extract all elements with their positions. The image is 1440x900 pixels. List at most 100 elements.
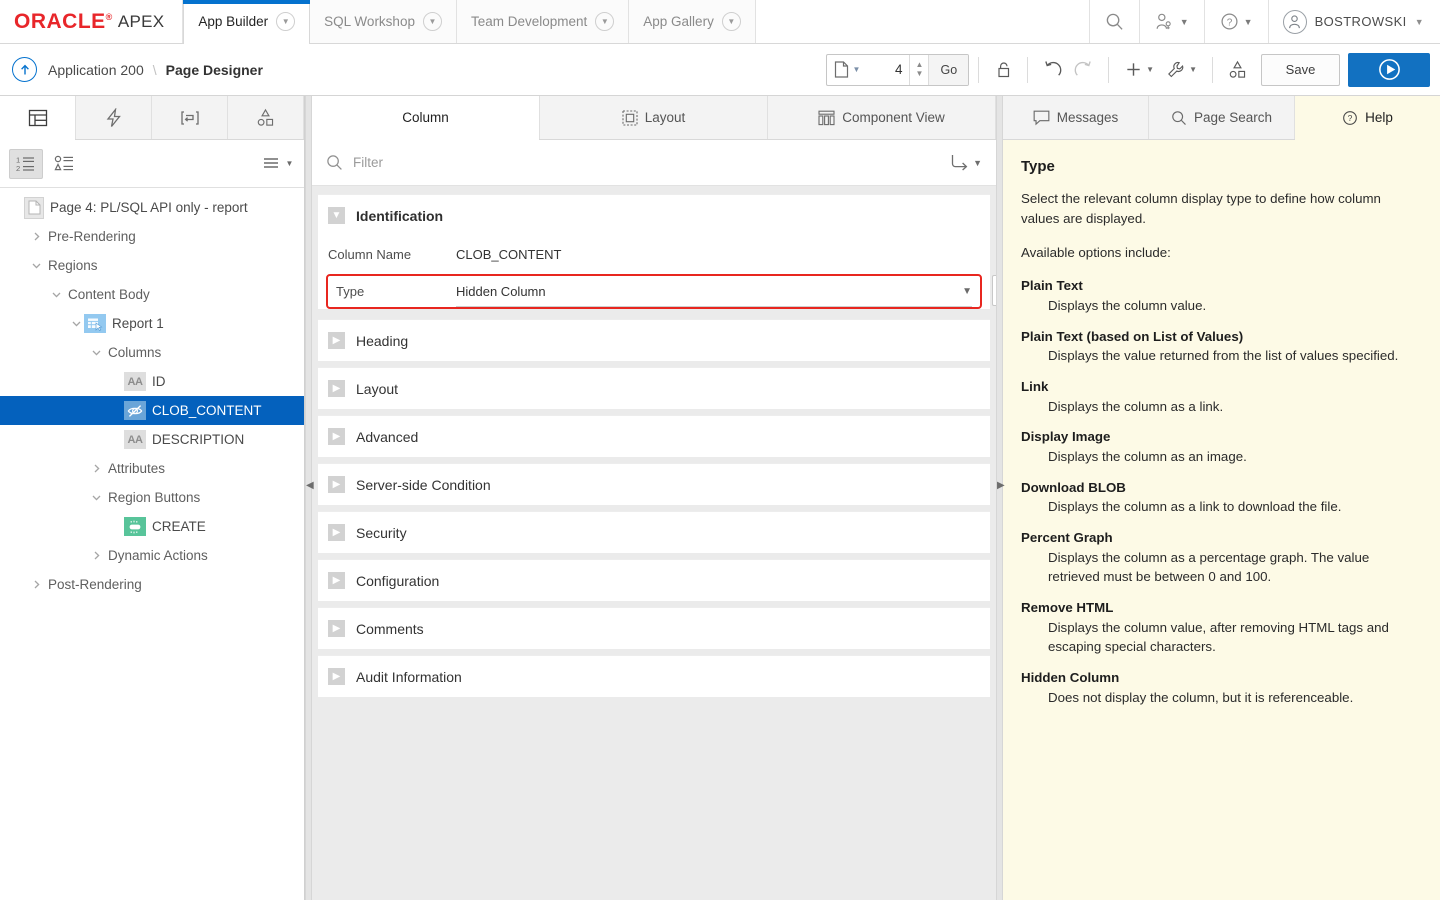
chevron-right-icon[interactable]: ▶ <box>328 572 345 589</box>
left-splitter-handle[interactable]: ◀ <box>306 481 313 491</box>
tab-component-view[interactable]: Component View <box>768 96 996 139</box>
navigate-up-button[interactable] <box>12 57 37 82</box>
tree-numbered-order-button[interactable]: 1 2 <box>9 149 43 179</box>
breadcrumb-application[interactable]: Application 200 <box>48 62 144 78</box>
chevron-down-icon[interactable] <box>88 492 104 503</box>
help-option-term: Link <box>1021 377 1420 397</box>
tree-node[interactable]: Page 4: PL/SQL API only - report <box>0 193 304 222</box>
tab-column[interactable]: Column <box>312 96 540 139</box>
chevron-right-icon[interactable] <box>28 231 44 242</box>
save-button[interactable]: Save <box>1261 54 1340 86</box>
nav-tab-sql-workshop[interactable]: SQL Workshop ▼ <box>310 0 457 43</box>
nav-tab-app-gallery[interactable]: App Gallery ▼ <box>629 0 756 43</box>
section-title: Advanced <box>356 429 418 445</box>
help-title: Type <box>1021 156 1420 178</box>
oracle-apex-logo[interactable]: ORACLE® APEX <box>0 0 183 43</box>
nav-tab-team-development[interactable]: Team Development ▼ <box>457 0 629 43</box>
chevron-right-icon[interactable] <box>88 550 104 561</box>
tab-messages[interactable]: Messages <box>1003 96 1149 139</box>
tree-node[interactable]: Post-Rendering <box>0 570 304 599</box>
tab-help[interactable]: ? Help <box>1295 96 1440 139</box>
layout-icon <box>622 110 638 126</box>
chevron-right-icon[interactable]: ▶ <box>328 380 345 397</box>
section-header[interactable]: ▶Audit Information <box>318 656 990 697</box>
tree-node-label: Content Body <box>68 287 150 302</box>
tree-node-label: Page 4: PL/SQL API only - report <box>50 200 248 215</box>
shared-components-button[interactable] <box>1222 54 1253 86</box>
lock-page-button[interactable] <box>988 54 1018 86</box>
tree-component-order-button[interactable] <box>48 149 82 179</box>
chevron-down-icon[interactable]: ▼ <box>328 207 345 224</box>
chevron-right-icon[interactable]: ▶ <box>328 332 345 349</box>
tab-layout[interactable]: Layout <box>540 96 768 139</box>
tab-page-search[interactable]: Page Search <box>1149 96 1295 139</box>
tree-node[interactable]: Region Buttons <box>0 483 304 512</box>
chevron-down-icon[interactable]: ▼ <box>276 12 295 31</box>
chevron-right-icon[interactable]: ▶ <box>328 428 345 445</box>
nav-tab-label: SQL Workshop <box>324 14 415 29</box>
chevron-right-icon[interactable] <box>28 579 44 590</box>
tree-options-button[interactable]: ▼ <box>261 149 295 179</box>
utilities-menu-button[interactable]: ▼ <box>1160 54 1203 86</box>
section-header[interactable]: ▶Security <box>318 512 990 553</box>
tree-node[interactable]: Dynamic Actions <box>0 541 304 570</box>
tree-node[interactable]: Content Body <box>0 280 304 309</box>
page-type-dropdown[interactable]: ▼ <box>827 55 868 85</box>
right-splitter-handle[interactable]: ▶ <box>997 481 1004 491</box>
tree-node[interactable]: AADESCRIPTION <box>0 425 304 454</box>
chevron-right-icon[interactable]: ▶ <box>328 524 345 541</box>
chevron-down-icon[interactable] <box>48 289 64 300</box>
section-header[interactable]: ▶Configuration <box>318 560 990 601</box>
user-menu-button[interactable]: BOSTROWSKI ▼ <box>1268 0 1440 43</box>
tree-node[interactable]: Attributes <box>0 454 304 483</box>
tree-node[interactable]: Regions <box>0 251 304 280</box>
go-button[interactable]: Go <box>929 55 968 85</box>
tree-node[interactable]: CREATE <box>0 512 304 541</box>
section-header[interactable]: ▶Comments <box>318 608 990 649</box>
tree-node[interactable]: Report 1 <box>0 309 304 338</box>
tree-node-selected[interactable]: CLOB_CONTENT <box>0 396 304 425</box>
chevron-up-icon[interactable]: ▲ <box>916 61 924 69</box>
header-account-button[interactable]: ▼ <box>1139 0 1204 43</box>
chevron-down-icon[interactable] <box>68 318 84 329</box>
tree-node[interactable]: AAID <box>0 367 304 396</box>
section-header[interactable]: ▶ Advanced <box>318 416 990 457</box>
chevron-down-icon[interactable] <box>28 260 44 271</box>
chevron-right-icon[interactable]: ▶ <box>328 476 345 493</box>
create-menu-button[interactable]: ▼ <box>1118 54 1160 86</box>
page-number-stepper[interactable]: ▲ ▼ <box>909 55 929 85</box>
section-identification-header[interactable]: ▼ Identification <box>318 195 990 236</box>
chevron-down-icon[interactable]: ▼ <box>722 12 741 31</box>
chevron-down-icon[interactable] <box>88 347 104 358</box>
chevron-right-icon[interactable]: ▶ <box>328 668 345 685</box>
type-select[interactable]: Hidden Column ▼ <box>456 277 972 307</box>
run-button[interactable] <box>1348 53 1430 87</box>
property-actions-button[interactable]: ▼ <box>950 154 982 171</box>
right-splitter[interactable]: ▶ <box>996 96 1003 900</box>
left-tab-dynamic-actions[interactable] <box>76 96 152 139</box>
redo-button[interactable] <box>1068 54 1099 86</box>
header-search-button[interactable] <box>1089 0 1139 43</box>
chevron-right-icon[interactable] <box>88 463 104 474</box>
tree-node[interactable]: Columns <box>0 338 304 367</box>
chevron-down-icon[interactable]: ▼ <box>916 70 924 78</box>
page-number-input[interactable]: 4 <box>867 55 909 85</box>
svg-text:2: 2 <box>16 164 20 173</box>
chevron-right-icon[interactable]: ▶ <box>328 620 345 637</box>
section-header[interactable]: ▶Server-side Condition <box>318 464 990 505</box>
left-splitter[interactable]: ◀ <box>305 96 312 900</box>
undo-button[interactable] <box>1037 54 1068 86</box>
left-tab-rendering[interactable] <box>0 96 76 139</box>
left-tab-processing[interactable] <box>152 96 228 139</box>
section-header[interactable]: ▶Layout <box>318 368 990 409</box>
message-icon <box>1033 110 1050 126</box>
chevron-down-icon[interactable]: ▼ <box>595 12 614 31</box>
left-tab-shared-components[interactable] <box>228 96 304 139</box>
chevron-down-icon[interactable]: ▼ <box>962 286 972 297</box>
nav-tab-app-builder[interactable]: App Builder ▼ <box>183 0 310 43</box>
tree-node[interactable]: Pre-Rendering <box>0 222 304 251</box>
section-header[interactable]: ▶Heading <box>318 320 990 361</box>
header-help-button[interactable]: ? ▼ <box>1204 0 1268 43</box>
chevron-down-icon[interactable]: ▼ <box>423 12 442 31</box>
filter-input[interactable] <box>353 155 940 170</box>
